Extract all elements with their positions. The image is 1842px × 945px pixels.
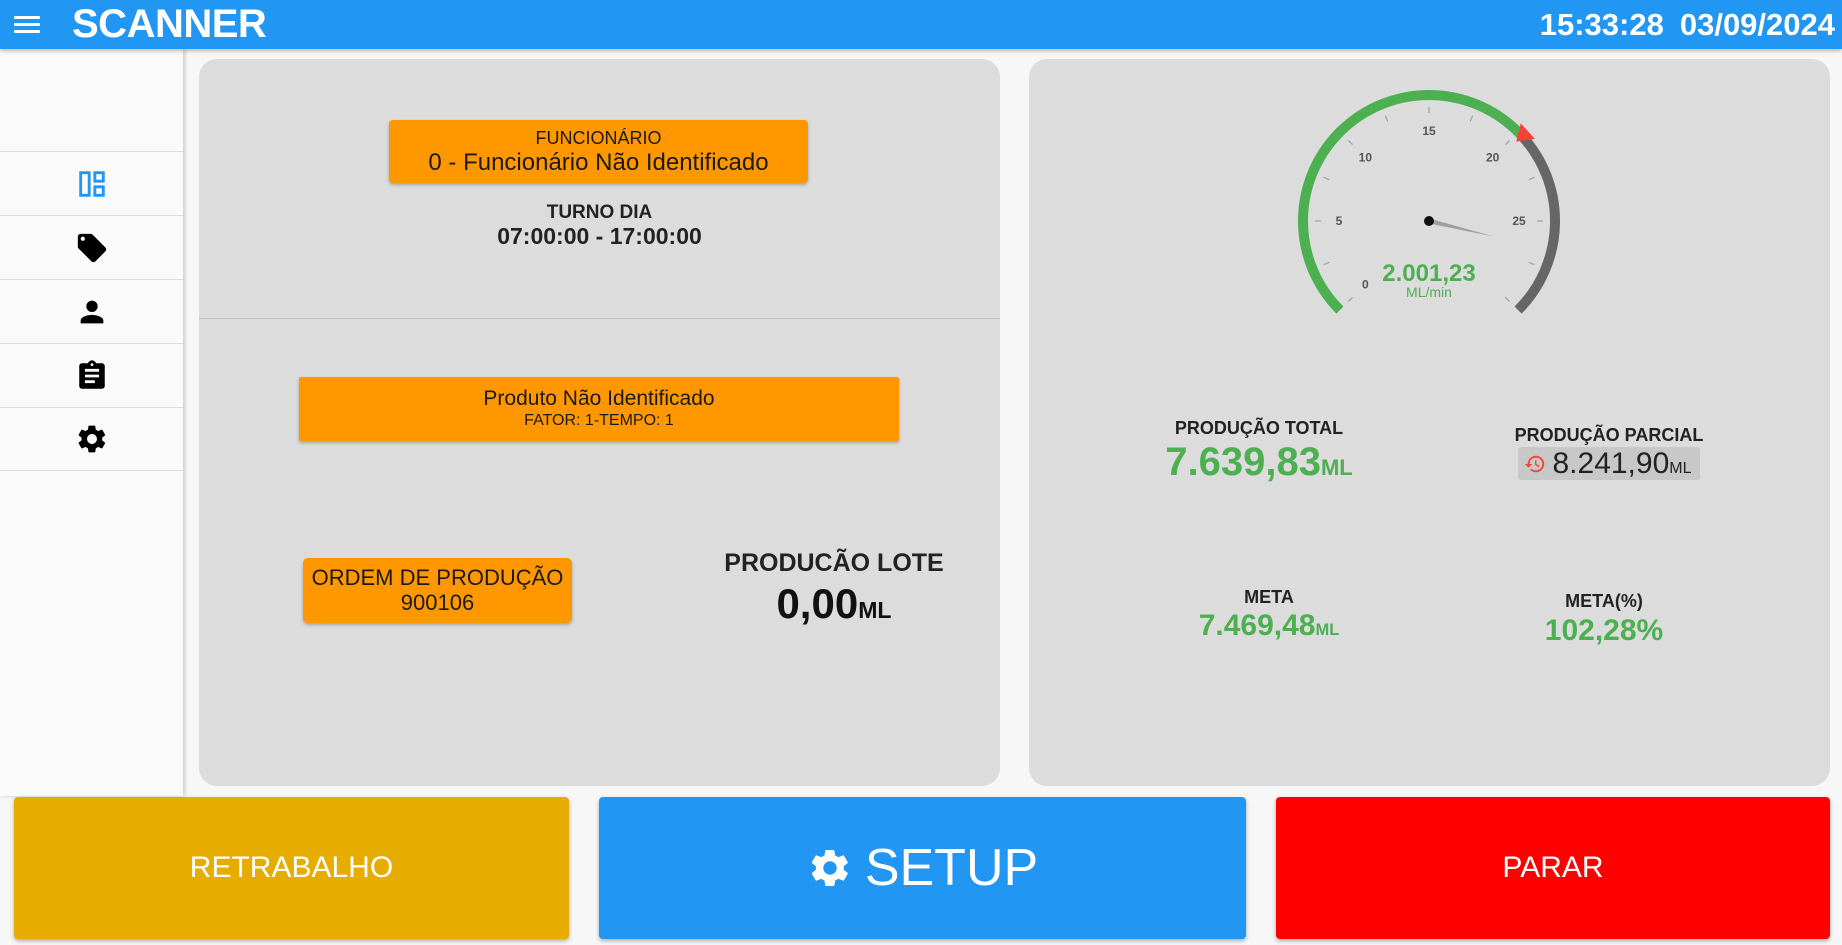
lot-production-value: 0,00ML xyxy=(699,580,969,628)
gauge-tick xyxy=(1528,176,1535,181)
gauge-needle xyxy=(1428,218,1494,237)
sidebar-item-tasks[interactable] xyxy=(0,343,183,407)
partial-value-unit: ML xyxy=(1669,459,1692,477)
gauge-tick xyxy=(1347,296,1354,303)
app-title: SCANNER xyxy=(72,2,267,46)
total-production-label: PRODUÇÃO TOTAL xyxy=(1174,418,1344,438)
gauge-tick-label: 0 xyxy=(1362,278,1369,292)
shift-label: TURNO DIA xyxy=(546,202,653,223)
partial-production-value: 8.241,90ML xyxy=(1552,447,1691,481)
clipboard-icon xyxy=(78,359,105,389)
gauge-tick xyxy=(1504,139,1511,146)
production-order-label: ORDEM DE PRODUÇÃO xyxy=(311,565,564,590)
gauge-tick-label: 15 xyxy=(1422,124,1436,138)
setup-button-label: SETUP xyxy=(864,839,1039,897)
gauge-tick-label: 25 xyxy=(1512,214,1526,228)
tag-icon xyxy=(77,233,106,262)
partial-production-chip[interactable]: 8.241,90ML xyxy=(1518,447,1700,481)
top-app-bar: SCANNER 15:33:28 03/09/2024 xyxy=(0,0,1842,49)
stop-button[interactable]: PARAR xyxy=(1276,797,1830,939)
datetime-display: 15:33:28 03/09/2024 xyxy=(1524,5,1835,45)
dashboard-icon xyxy=(78,170,105,197)
lot-value-number: 0,00 xyxy=(776,580,859,627)
production-order-card[interactable]: ORDEM DE PRODUÇÃO 900106 xyxy=(303,558,572,623)
gauge-hub xyxy=(1424,216,1434,226)
gauge-tick xyxy=(1528,261,1535,266)
sidebar-item-user[interactable] xyxy=(0,279,183,343)
sidebar-item-tags[interactable] xyxy=(0,215,183,279)
gauge-tick-label: 20 xyxy=(1486,150,1500,164)
goal-percent-value: 102,28% xyxy=(1544,614,1664,647)
gauge-tick xyxy=(1469,115,1474,122)
employee-card[interactable]: FUNCIONÁRIO 0 - Funcionário Não Identifi… xyxy=(389,120,808,183)
reset-icon[interactable] xyxy=(1524,453,1546,475)
partial-value-number: 8.241,90 xyxy=(1552,446,1670,480)
sidebar xyxy=(0,49,183,796)
production-order-value: 900106 xyxy=(400,590,475,615)
clock-time: 15:33:28 xyxy=(1539,7,1664,42)
product-card[interactable]: Produto Não Identificado FATOR: 1-TEMPO:… xyxy=(299,377,899,441)
menu-icon[interactable] xyxy=(14,13,40,35)
total-production-value: 7.639,83ML xyxy=(1139,439,1379,491)
sidebar-item-dashboard[interactable] xyxy=(0,151,183,215)
total-value-number: 7.639,83 xyxy=(1165,440,1321,484)
gauge-tick-label: 10 xyxy=(1359,150,1373,164)
goal-value-number: 7.469,48 xyxy=(1198,609,1316,642)
employee-value: 0 - Funcionário Não Identificado xyxy=(428,149,769,176)
total-value-unit: ML xyxy=(1320,455,1353,480)
gauge-tick xyxy=(1323,261,1330,266)
panel-divider xyxy=(199,318,1000,319)
employee-label: FUNCIONÁRIO xyxy=(535,128,662,148)
speed-gauge: 0 5 10 15 20 25 2.001,23 ML/min xyxy=(1298,90,1560,314)
product-fator: FATOR: 1-TEMPO: 1 xyxy=(524,412,674,429)
sidebar-item-settings[interactable] xyxy=(0,407,183,471)
stop-button-label: PARAR xyxy=(1502,851,1604,884)
gauge-tick-label: 5 xyxy=(1336,214,1343,228)
goal-value: 7.469,48ML xyxy=(1159,608,1379,648)
goal-percent-stat: META(%) 102,28% xyxy=(1474,590,1734,650)
partial-production-stat: PRODUÇÃO PARCIAL 8.241,90ML xyxy=(1469,424,1749,480)
goal-value-unit: ML xyxy=(1315,621,1340,639)
product-name: Produto Não Identificado xyxy=(483,387,715,410)
gauge-tick xyxy=(1323,176,1330,181)
production-stats-panel: 0 5 10 15 20 25 2.001,23 ML/min PRODUÇÃO TOTA… xyxy=(1029,59,1830,786)
clock-date: 03/09/2024 xyxy=(1679,7,1835,42)
goal-stat: META 7.469,48ML xyxy=(1159,586,1379,648)
person-icon xyxy=(80,300,103,323)
lot-production-label: PRODUCÃO LOTE xyxy=(724,549,944,577)
gear-icon xyxy=(78,425,105,453)
shift-hours: 07:00:00 - 17:00:00 xyxy=(497,223,702,249)
gauge-unit: ML/min xyxy=(1406,284,1452,300)
lot-value-unit: ML xyxy=(858,597,892,623)
partial-production-label: PRODUÇÃO PARCIAL xyxy=(1514,425,1704,445)
gauge-tick xyxy=(1504,296,1511,303)
gauge-tick xyxy=(1347,139,1354,146)
goal-percent-label: META(%) xyxy=(1565,591,1643,611)
production-info-panel: FUNCIONÁRIO 0 - Funcionário Não Identifi… xyxy=(199,59,1000,786)
setup-button[interactable]: SETUP xyxy=(599,797,1246,939)
gauge-tick xyxy=(1384,115,1389,122)
rework-button[interactable]: RETRABALHO xyxy=(14,797,569,939)
total-production-stat: PRODUÇÃO TOTAL 7.639,83ML xyxy=(1139,417,1379,491)
rework-button-label: RETRABALHO xyxy=(189,851,394,884)
gauge-value: 2.001,23 xyxy=(1382,260,1475,287)
gear-icon xyxy=(811,849,848,887)
goal-label: META xyxy=(1244,587,1294,607)
